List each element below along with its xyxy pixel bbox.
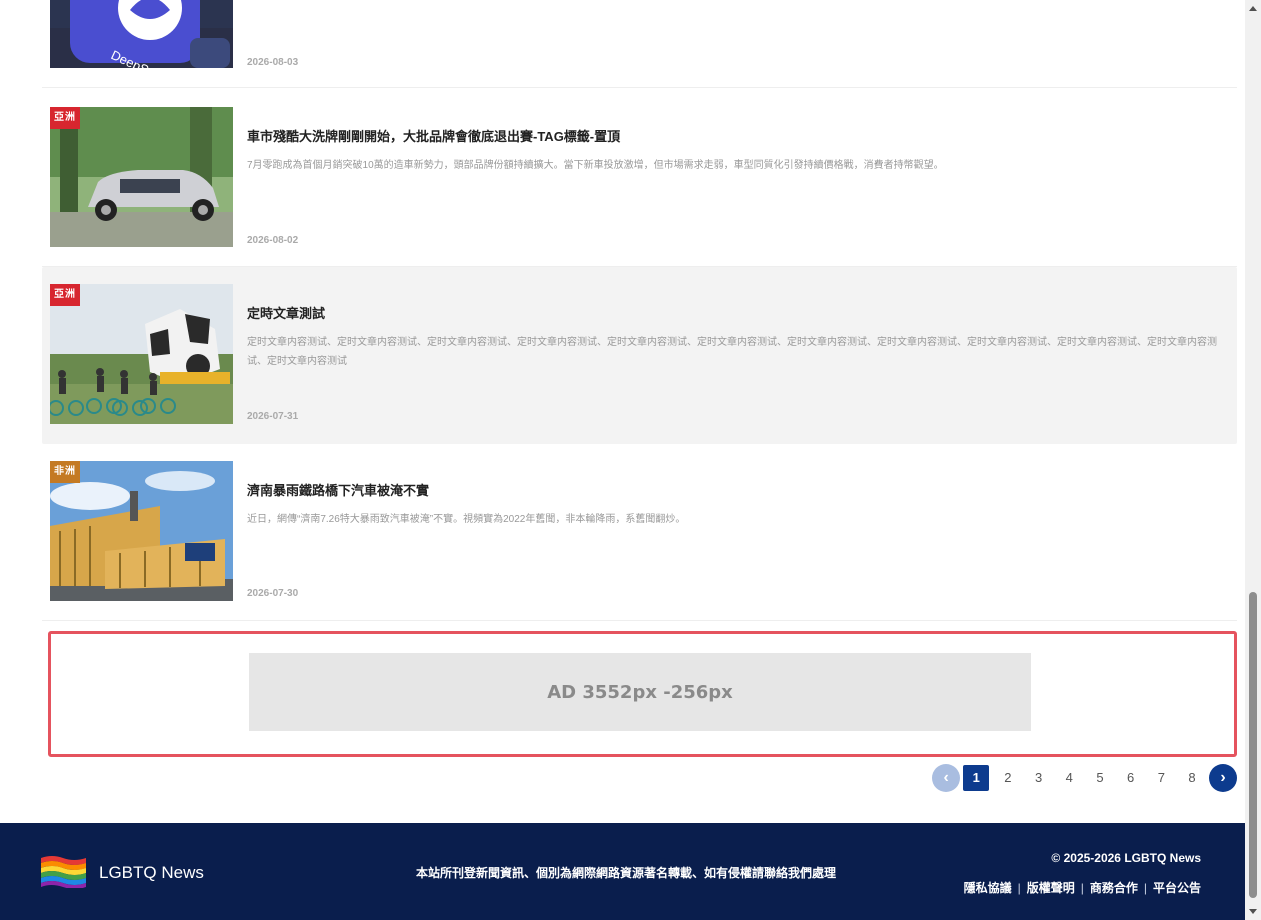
announcement-link[interactable]: 平台公告: [1153, 879, 1201, 896]
article-thumbnail[interactable]: 亞洲: [50, 284, 233, 424]
link-divider: |: [1017, 880, 1021, 895]
business-link[interactable]: 商務合作: [1090, 879, 1138, 896]
page-link-7[interactable]: 7: [1147, 764, 1175, 792]
article-summary: 7月零跑成為首個月銷突破10萬的造車新勢力，頭部品牌份額持續擴大。當下新車投放激…: [247, 160, 944, 171]
article-item[interactable]: DeepSeek 2026-08-03: [42, 0, 1237, 88]
article-thumbnail[interactable]: 非洲: [50, 461, 233, 601]
page-link-1[interactable]: 1: [963, 765, 990, 791]
site-footer: LGBTQ News 本站所刊登新聞資訊、個別為網際網路資源著名轉載、如有侵權請…: [0, 823, 1245, 920]
scroll-down-arrow-icon[interactable]: [1249, 909, 1257, 914]
page-link-8[interactable]: 8: [1178, 764, 1206, 792]
footer-notice: 本站所刊登新聞資訊、個別為網際網路資源著名轉載、如有侵權請聯絡我們處理: [416, 866, 837, 880]
scrollbar-thumb[interactable]: [1249, 592, 1257, 898]
page: DeepSeek 2026-08-03 亞洲 車市殘酷大洗牌剛剛開始，大批品牌會…: [0, 0, 1245, 920]
footer-links: 隱私協議 | 版權聲明 | 商務合作 | 平台公告: [964, 879, 1201, 896]
page-link-4[interactable]: 4: [1055, 764, 1083, 792]
article-thumbnail[interactable]: 亞洲: [50, 107, 233, 247]
vertical-scrollbar[interactable]: [1245, 0, 1261, 920]
article-title[interactable]: 車市殘酷大洗牌剛剛開始，大批品牌會徹底退出賽-TAG標籤-置頂: [247, 126, 620, 145]
region-badge[interactable]: 非洲: [50, 461, 80, 483]
copyright-statement-link[interactable]: 版權聲明: [1027, 879, 1075, 896]
page-link-6[interactable]: 6: [1117, 764, 1145, 792]
article-item[interactable]: 亞洲 定時文章測試 定时文章内容测试、定时文章内容测试、定时文章内容测试、定时文…: [42, 267, 1237, 444]
link-divider: |: [1143, 880, 1147, 895]
pagination: ‹ 1 2 3 4 5 6 7 8 ›: [932, 764, 1237, 792]
page-link-3[interactable]: 3: [1025, 764, 1053, 792]
footer-copyright: © 2025-2026 LGBTQ News: [1051, 851, 1201, 865]
scroll-up-arrow-icon[interactable]: [1249, 6, 1257, 11]
article-summary: 近日，網傳“濟南7.26特大暴雨致汽車被淹”不實。視頻實為2022年舊聞，非本輪…: [247, 514, 686, 525]
link-divider: |: [1080, 880, 1084, 895]
article-item[interactable]: 非洲 濟南暴雨鐵路橋下汽車被淹不實 近日，網傳“濟南7.26特大暴雨致汽車被淹”…: [42, 444, 1237, 621]
next-page-button[interactable]: ›: [1209, 764, 1237, 792]
privacy-link[interactable]: 隱私協議: [964, 879, 1012, 896]
rainbow-flag-icon[interactable]: [41, 854, 86, 888]
article-date: 2026-07-30: [247, 588, 299, 599]
footer-brand[interactable]: LGBTQ News: [99, 863, 204, 883]
article-date: 2026-08-03: [247, 57, 299, 68]
article-item[interactable]: 亞洲 車市殘酷大洗牌剛剛開始，大批品牌會徹底退出賽-TAG標籤-置頂 7月零跑成…: [42, 90, 1237, 267]
article-title[interactable]: 定時文章測試: [247, 303, 325, 322]
prev-page-button[interactable]: ‹: [932, 764, 961, 792]
article-thumbnail[interactable]: DeepSeek: [50, 0, 233, 68]
article-date: 2026-07-31: [247, 411, 299, 422]
page-link-5[interactable]: 5: [1086, 764, 1114, 792]
region-badge[interactable]: 亞洲: [50, 107, 80, 129]
article-date: 2026-08-02: [247, 235, 299, 246]
region-badge[interactable]: 亞洲: [50, 284, 80, 306]
deepseek-photo: DeepSeek: [50, 0, 233, 68]
page-link-2[interactable]: 2: [994, 764, 1022, 792]
ad-banner[interactable]: AD 3552px -256px: [48, 631, 1237, 757]
ad-placeholder[interactable]: AD 3552px -256px: [249, 653, 1031, 731]
article-summary: 定时文章内容测试、定时文章内容测试、定时文章内容测试、定时文章内容测试、定时文章…: [247, 337, 1217, 367]
article-title[interactable]: 濟南暴雨鐵路橋下汽車被淹不實: [247, 480, 429, 499]
